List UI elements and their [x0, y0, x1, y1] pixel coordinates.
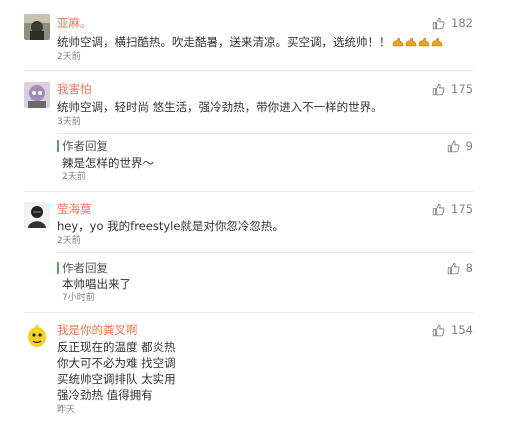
comment-text-line: 强冷劲热 值得拥有 — [57, 388, 153, 402]
timestamp: 2天前 — [62, 172, 86, 182]
emoji-row — [391, 35, 443, 49]
username[interactable]: 我是你的粪叉啊 — [57, 323, 138, 337]
thumbs-up-icon — [447, 140, 460, 153]
comment-text-line: 反正现在的温度 都炎热 — [57, 340, 176, 354]
like-count: 9 — [465, 139, 473, 153]
thumbs-up-icon — [432, 17, 445, 30]
reply-label: 作者回复 — [62, 261, 108, 275]
reply-label: 作者回复 — [62, 139, 108, 153]
comment-text: hey，yo 我的freestyle就是对你忽冷忽热。 — [57, 219, 284, 233]
divider — [24, 312, 473, 313]
divider — [57, 252, 473, 253]
like-count: 8 — [465, 261, 473, 275]
reply-text: 本帅唱出来了 — [62, 277, 131, 291]
reply-text: 辣是怎样的世界～ — [62, 156, 154, 170]
like-button[interactable]: 175 — [432, 202, 473, 216]
comment-text: 统帅空调，轻时尚 悠生活，强冷劲热，带你进入不一样的世界。 — [57, 100, 383, 114]
username[interactable]: 我害怕 — [57, 82, 92, 96]
like-button[interactable]: 182 — [432, 16, 473, 30]
like-count: 182 — [451, 16, 473, 30]
flexing-arm-emoji-icon — [418, 37, 430, 47]
timestamp: 2天前 — [57, 236, 81, 246]
like-count: 175 — [451, 82, 473, 96]
avatar[interactable] — [24, 202, 50, 228]
comment-text-body: 统帅空调，横扫酷热。吹走酷暑，送来清凉。买空调，选统帅！！ — [57, 35, 391, 49]
divider — [57, 133, 473, 134]
flexing-arm-emoji-icon — [431, 37, 443, 47]
timestamp: 3天前 — [57, 117, 81, 127]
flexing-arm-emoji-icon — [392, 37, 404, 47]
thumbs-up-icon — [447, 262, 460, 275]
like-button[interactable]: 175 — [432, 82, 473, 96]
comment-text-line: 你大可不必为难 找空调 — [57, 356, 176, 370]
like-count: 154 — [451, 323, 473, 337]
avatar[interactable] — [24, 323, 50, 349]
timestamp: 昨天 — [57, 405, 76, 415]
username[interactable]: 莹海莫 — [57, 202, 92, 216]
like-count: 175 — [451, 202, 473, 216]
divider — [24, 191, 473, 192]
comment-text-line: 买统帅空调排队 太实用 — [57, 372, 176, 386]
like-button[interactable]: 9 — [447, 139, 473, 153]
avatar[interactable] — [24, 82, 50, 108]
username[interactable]: 亚麻。 — [57, 16, 92, 30]
reply-indicator — [57, 140, 59, 152]
timestamp: 7小时前 — [62, 293, 95, 303]
avatar[interactable] — [24, 14, 50, 40]
reply-indicator — [57, 262, 59, 274]
divider — [24, 70, 473, 71]
flexing-arm-emoji-icon — [405, 37, 417, 47]
comment-text: 统帅空调，横扫酷热。吹走酷暑，送来清凉。买空调，选统帅！！ — [57, 35, 443, 50]
timestamp: 2天前 — [57, 52, 81, 62]
like-button[interactable]: 8 — [447, 261, 473, 275]
thumbs-up-icon — [432, 83, 445, 96]
thumbs-up-icon — [432, 324, 445, 337]
thumbs-up-icon — [432, 203, 445, 216]
like-button[interactable]: 154 — [432, 323, 473, 337]
